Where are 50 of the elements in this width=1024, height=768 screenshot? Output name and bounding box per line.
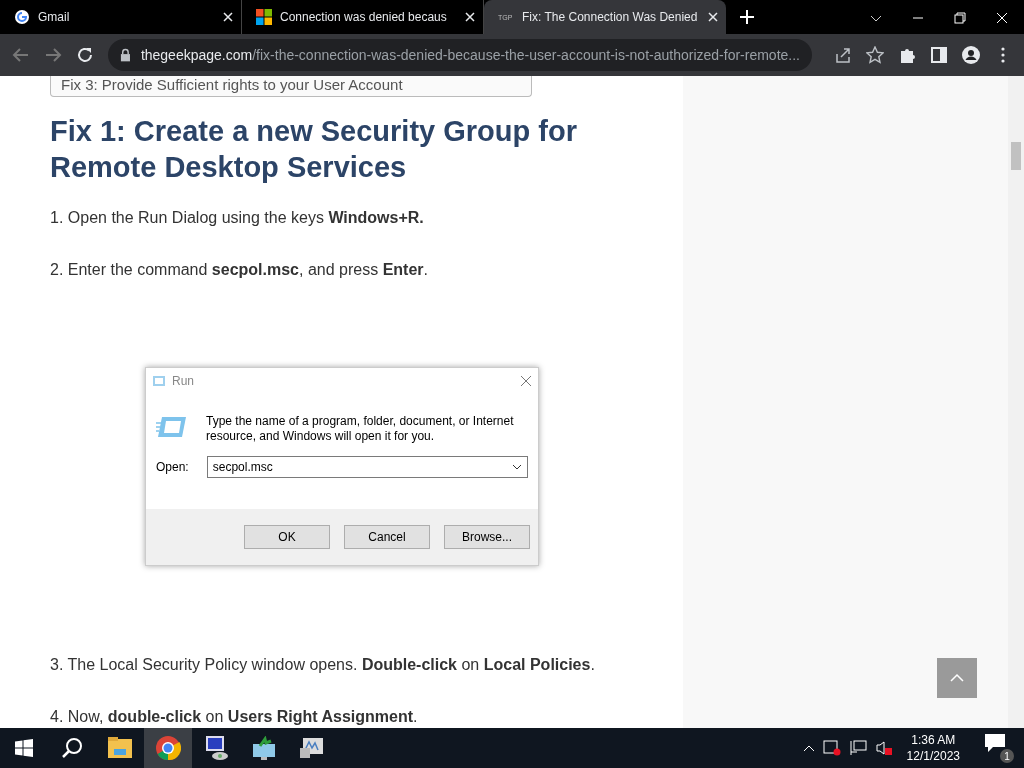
dialog-button[interactable]: Cancel [344, 525, 430, 549]
network-icon[interactable] [848, 740, 867, 756]
close-tab-icon[interactable] [465, 12, 475, 22]
chevron-up-icon[interactable] [802, 744, 815, 752]
open-field[interactable]: secpol.msc [206, 456, 528, 478]
toc-link[interactable]: Fix 3: Provide Sufficient rights to your User Account [50, 76, 532, 97]
dialog-message: Type the name of a program, folder, document, or Internet resource, and Windows will open it for you. [206, 414, 515, 444]
clock[interactable]: 1:36 AM 12/1/2023 [906, 732, 960, 764]
new-tab-icon[interactable] [740, 10, 754, 24]
start-icon[interactable] [15, 739, 33, 757]
forward-icon[interactable] [44, 46, 62, 64]
speaker-muted-icon[interactable] [874, 740, 893, 756]
dropdown-icon[interactable] [512, 464, 522, 470]
step-text: 1. Open the Run Dialog using the keys Windows+R. [50, 209, 425, 227]
windows-logo-icon [256, 9, 272, 25]
monitor-icon[interactable] [251, 736, 277, 760]
folder-icon[interactable] [107, 737, 133, 759]
profile-icon[interactable] [962, 46, 980, 64]
restore-icon[interactable] [954, 12, 966, 24]
open-label: Open: [156, 460, 189, 474]
article-heading: Fix 1: Create a new Security Group for Remote Desktop Services [50, 114, 578, 185]
close-tab-icon[interactable] [708, 12, 718, 22]
sync-icon[interactable] [822, 740, 841, 756]
close-tab-icon[interactable] [223, 12, 233, 22]
message-icon [984, 733, 1006, 753]
share-icon[interactable] [834, 46, 852, 64]
scrollbar[interactable] [1008, 76, 1024, 728]
address-bar[interactable]: thegeekpage.com/fix-the-connection-was-denied-because-the-user-account-is-not-authorized-for-remote... [108, 39, 812, 71]
step-text: 4. Now, double-click on Users Right Assignment. [50, 708, 419, 726]
lock-icon [120, 48, 131, 62]
taskbar-button[interactable] [144, 728, 192, 768]
performance-monitor-icon[interactable] [299, 736, 325, 760]
reload-icon[interactable] [76, 46, 94, 64]
dialog-button[interactable]: Browse... [444, 525, 530, 549]
run-icon [156, 414, 188, 440]
dialog-title: Run [172, 374, 194, 388]
google-icon [14, 9, 30, 25]
search-icon[interactable] [61, 737, 83, 759]
back-icon[interactable] [12, 46, 30, 64]
notification-button[interactable]: 1 [984, 733, 1014, 763]
chrome-icon[interactable] [155, 735, 181, 761]
step-text: 3. The Local Security Policy window opens. Double-click on Local Policies. [50, 656, 596, 674]
puzzle-icon[interactable] [898, 46, 916, 64]
star-icon[interactable] [866, 46, 884, 64]
step-text: 2. Enter the command secpol.msc, and press Enter. [50, 261, 429, 279]
chevron-up-icon [950, 673, 964, 683]
run-icon [152, 375, 166, 387]
dialog-button[interactable]: OK [244, 525, 330, 549]
side-panel-icon[interactable] [930, 46, 948, 64]
computer-icon[interactable] [203, 735, 229, 761]
